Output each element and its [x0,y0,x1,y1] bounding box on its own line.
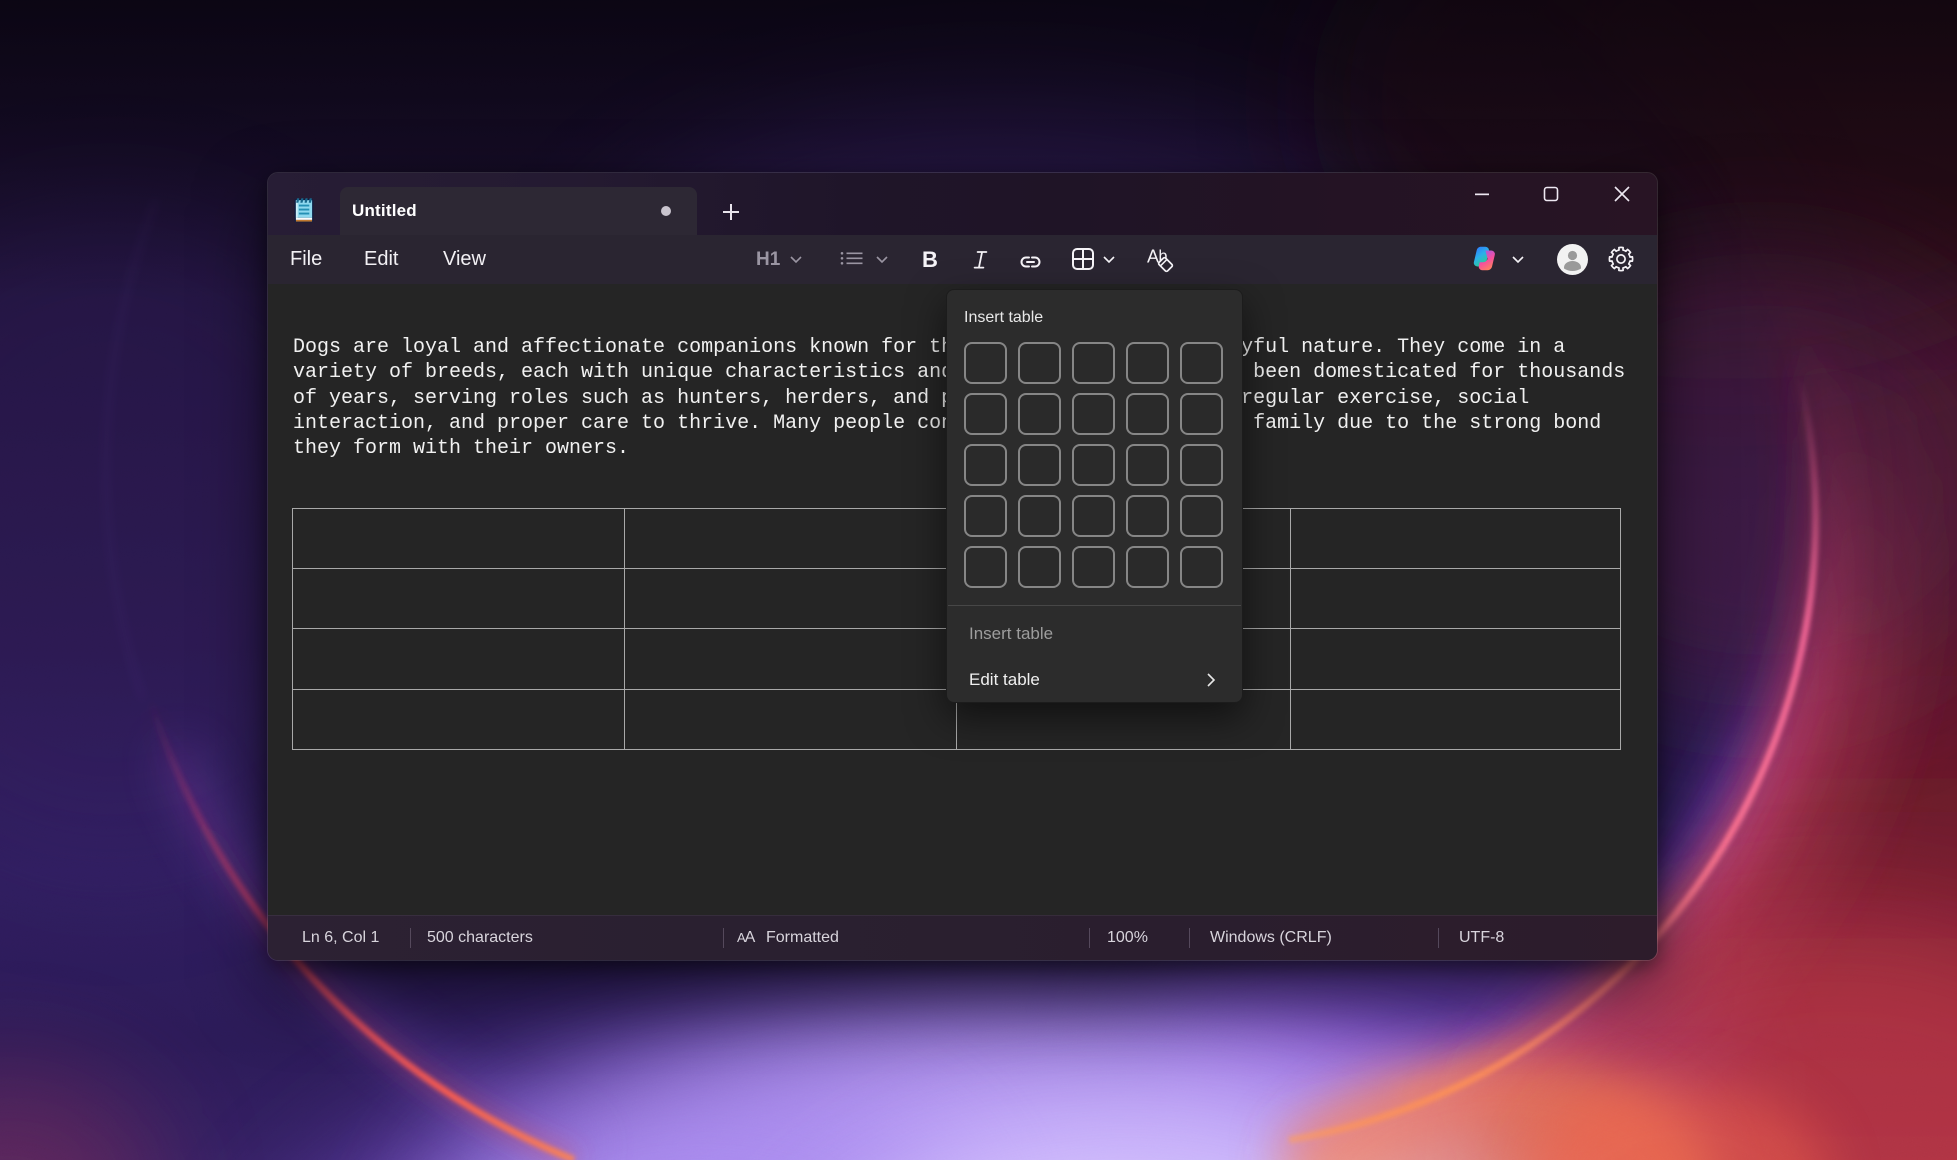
svg-text:A: A [1147,247,1159,267]
